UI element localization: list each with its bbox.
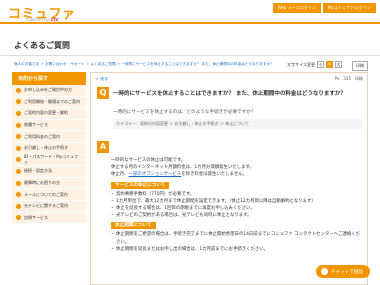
- sidebar-bullet-icon: [16, 203, 21, 209]
- sidebar-item-label: 故障時にお困りの方: [24, 180, 60, 186]
- question-q-icon: Q: [97, 87, 109, 99]
- sidebar-bullet-icon: [16, 180, 21, 186]
- period-item: 休止期間を延長またはお申し出の場合は、1カ月前までにお手続きください。: [110, 246, 361, 253]
- sidebar-list: お申し込みをご検討中の方 ご利用開始・開通までのご案内 ご契約内容の変更・解約 …: [12, 85, 86, 225]
- suspension-item: 契約事務手数料（770円）が必要です。: [110, 191, 361, 198]
- sidebar-item-label: ご契約内容の変更・解約: [24, 110, 68, 116]
- question-subtext: 一時的にサービスを休止するのは、どのような手続きが必要ですか？: [113, 110, 256, 115]
- section-heading-period: 休止期間について: [111, 222, 156, 230]
- answer-intro-link-line: 休止月、一部のオプションサービスを除き料金は発生いたしません。: [111, 171, 361, 178]
- sidebar-item-services[interactable]: 各種サービス: [12, 120, 86, 132]
- sidebar-item-trouble[interactable]: 故障時にお困りの方: [12, 178, 86, 190]
- answer-intro-line: 一時的なサービスの休止は可能です。: [111, 158, 186, 163]
- sidebar-bullet-icon: [16, 134, 21, 140]
- suspension-item: 休止を延長する場合は、1回目の期限までに再度お申し込みください。: [110, 205, 361, 212]
- sidebar-item-moving[interactable]: お引越し・休止の手続き: [12, 143, 86, 155]
- section-heading-suspension: サービスの休止について: [111, 181, 170, 189]
- suspension-item: 光テレビのご契約がある場合は、光テレビも同時に休止となります。: [110, 212, 361, 219]
- period-item: 休止期間をご希望の場合は、手続き完了までに休止開始希望日の14日前までにコミュフ…: [110, 231, 361, 245]
- mycommufa-login-link[interactable]: Myコミュファ/ログイン: [322, 3, 376, 13]
- sidebar-item-label: 各種サービス: [24, 122, 48, 128]
- optional-services-link[interactable]: 一部のオプションサービス: [129, 172, 182, 177]
- font-size-large-button[interactable]: 大: [335, 61, 342, 68]
- sidebar-item-label: ID・パスワード・Myコミュファ: [24, 153, 79, 165]
- logo-tagline: Powered by ctc: [26, 17, 59, 23]
- sidebar-bullet-icon: [16, 110, 21, 116]
- answer-block: A 一時的なサービスの休止は可能です。 休止する月のインターネット月額料金は、1…: [97, 141, 363, 285]
- answer-intro-line: 休止する月のインターネット月額料金は、1カ月分満額発生いたします。: [111, 165, 254, 171]
- sidebar-item-label: 訪問サービス: [24, 214, 48, 220]
- sidebar-item-label: お引越し・休止の手続き: [24, 145, 68, 151]
- chat-support-label: チャットで相談: [330, 269, 363, 275]
- font-size-label: 文字サイズ変更: [287, 61, 315, 67]
- faq-panel: ＜ 戻る Pv：335 印刷 Q 一時的にサービスを休止することはできますか？ …: [90, 72, 368, 285]
- answer-link-prefix: 休止月、: [111, 172, 129, 178]
- suspension-item: 1カ月単位で、最大12カ月まで休止期間を設定できます。（休止12カ月目以降は自動…: [110, 198, 361, 205]
- header-links: Web メールログイン Myコミュファ/ログイン: [272, 3, 376, 13]
- sidebar-item-connection[interactable]: 接続・設定方法: [12, 166, 86, 178]
- chat-bubble-icon: [320, 268, 328, 275]
- breadcrumb[interactable]: 個人のお客さま ＞ お問い合わせ・サポート ＞ よくあるご質問 ＞ 一時的にサー…: [14, 62, 274, 67]
- sidebar-bullet-icon: [16, 145, 21, 151]
- answer-a-icon: A: [97, 141, 109, 153]
- sidebar: 目的から探す お申し込みをご検討中の方 ご利用開始・開通までのご案内 ご契約内容…: [12, 72, 86, 225]
- sidebar-bullet-icon: [16, 87, 21, 93]
- sidebar-item-label: お申し込みをご検討中の方: [24, 87, 72, 93]
- sidebar-item-label: ご利用開始・開通までのご案内: [24, 98, 80, 104]
- sidebar-bullet-icon: [16, 215, 21, 221]
- sidebar-item-id-password[interactable]: ID・パスワード・Myコミュファ: [12, 153, 86, 167]
- sidebar-bullet-icon: [16, 168, 21, 174]
- print-button[interactable]: 印刷: [352, 61, 368, 71]
- font-size-medium-button[interactable]: 中: [326, 61, 333, 68]
- sidebar-item-considering[interactable]: お申し込みをご検討中の方: [12, 85, 86, 97]
- sidebar-heading: 目的から探す: [12, 72, 86, 85]
- logo-tagline-brand: ctc: [50, 17, 59, 23]
- sidebar-bullet-icon: [16, 157, 21, 163]
- sidebar-item-contract-change[interactable]: ご契約内容の変更・解約: [12, 108, 86, 120]
- logo-tagline-prefix: Powered by: [26, 17, 50, 22]
- answer-body: 一時的なサービスの休止は可能です。 休止する月のインターネット月額料金は、1カ月…: [110, 157, 361, 253]
- page-title: よくあるご質問: [14, 41, 70, 50]
- sidebar-item-setup[interactable]: ご利用開始・開通までのご案内: [12, 97, 86, 109]
- sidebar-item-label: メールについてのご案内: [24, 191, 68, 197]
- chat-support-button[interactable]: チャットで相談: [315, 265, 370, 278]
- sidebar-item-label: 接続・設定方法: [24, 168, 52, 174]
- sidebar-item-visit[interactable]: 訪問サービス: [12, 213, 86, 225]
- sidebar-item-label: 光テレビに関するご案内: [24, 203, 68, 209]
- page-view-count: Pv：335 印刷: [334, 76, 363, 81]
- sidebar-bullet-icon: [16, 99, 21, 105]
- font-size-small-button[interactable]: 小: [317, 61, 324, 68]
- answer-link-suffix: を除き料金は発生いたしません。: [181, 172, 248, 178]
- site-header: コミュファ Powered by ctc Web メールログイン Myコミュファ…: [0, 0, 380, 24]
- font-size-switcher: 文字サイズ変更 小 中 大: [287, 61, 342, 68]
- title-divider: [0, 55, 380, 56]
- sidebar-bullet-icon: [16, 192, 21, 198]
- sidebar-bullet-icon: [16, 122, 21, 128]
- sidebar-item-label: ご利用料金のご案内: [24, 133, 60, 139]
- back-link[interactable]: ＜ 戻る: [95, 76, 108, 82]
- question-row: Q 一時的にサービスを休止することはできますか？ また、休止期間中の料金はどうな…: [97, 87, 363, 99]
- question-text: 一時的にサービスを休止することはできますか？ また、休止期間中の料金はどうなりま…: [113, 91, 346, 97]
- webmail-login-link[interactable]: Web メールログイン: [272, 3, 321, 13]
- category-path[interactable]: カテゴリー：契約の内容変更 ＞ お引越し・休止の手続き ＞ 休止について: [113, 119, 363, 129]
- sidebar-item-mail[interactable]: メールについてのご案内: [12, 189, 86, 201]
- sidebar-item-fees[interactable]: ご利用料金のご案内: [12, 131, 86, 143]
- sidebar-item-tv[interactable]: 光テレビに関するご案内: [12, 201, 86, 213]
